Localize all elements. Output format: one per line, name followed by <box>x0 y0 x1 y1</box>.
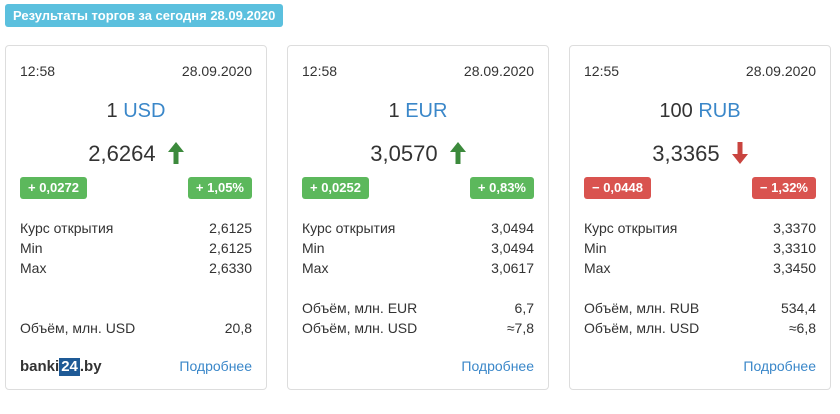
max-row: Max 3,3450 <box>584 258 816 278</box>
currency-pair: 1 EUR <box>288 100 548 123</box>
min-label: Min <box>584 240 607 256</box>
change-abs-badge: − 0,0448 <box>584 177 651 199</box>
arrow-down-icon <box>731 142 748 164</box>
rate-block: 3,3365 <box>570 141 830 167</box>
rate-card-usd: 12:58 28.09.2020 1 USD 2,6264 + 0,0272 +… <box>5 45 267 390</box>
rate-value: 3,3365 <box>652 141 720 166</box>
max-label: Max <box>302 260 329 276</box>
currency-amount: 100 <box>659 100 693 122</box>
currency-amount: 1 <box>106 100 118 122</box>
open-value: 3,0494 <box>491 220 534 236</box>
change-pct-badge: + 1,05% <box>187 177 252 199</box>
rate-card-eur: 12:58 28.09.2020 1 EUR 3,0570 + 0,0252 +… <box>287 45 549 390</box>
change-pct-badge: + 0,83% <box>469 177 534 199</box>
logo-box: 24 <box>59 358 80 376</box>
open-row: Курс открытия 2,6125 <box>20 218 252 238</box>
min-row: Min 3,0494 <box>302 238 534 258</box>
rate-block: 3,0570 <box>288 141 548 167</box>
banki24-logo[interactable]: banki 24 .by <box>20 358 102 376</box>
volume-label: Объём, млн. RUB <box>584 300 700 316</box>
card-time: 12:58 <box>302 63 338 79</box>
volume-value: 534,4 <box>780 300 816 316</box>
volume-usd-row: Объём, млн. USD ≈7,8 <box>302 318 534 338</box>
logo-text-right: .by <box>79 358 102 375</box>
rate-block: 2,6264 <box>6 141 266 167</box>
currency-pair: 100 RUB <box>570 100 830 123</box>
volume-usd-row: Объём, млн. USD ≈6,8 <box>584 318 816 338</box>
max-value: 3,3450 <box>773 260 816 276</box>
currency-code: EUR <box>405 100 448 122</box>
currency-amount: 1 <box>388 100 400 122</box>
change-abs-badge: + 0,0272 <box>20 177 87 199</box>
open-label: Курс открытия <box>20 220 114 236</box>
max-value: 3,0617 <box>491 260 534 276</box>
more-link[interactable]: Подробнее <box>179 358 252 374</box>
max-value: 2,6330 <box>209 260 252 276</box>
rate-value: 2,6264 <box>88 141 156 166</box>
card-date: 28.09.2020 <box>181 63 252 79</box>
max-label: Max <box>584 260 611 276</box>
max-row: Max 2,6330 <box>20 258 252 278</box>
more-link[interactable]: Подробнее <box>743 358 816 374</box>
volume-usd-value: ≈6,8 <box>788 320 816 336</box>
open-label: Курс открытия <box>302 220 396 236</box>
card-date: 28.09.2020 <box>745 63 816 79</box>
volume-usd-label: Объём, млн. USD <box>584 320 700 336</box>
min-row: Min 3,3310 <box>584 238 816 258</box>
volume-value: 20,8 <box>224 320 252 336</box>
volume-label: Объём, млн. USD <box>20 320 136 336</box>
currency-code: RUB <box>698 100 741 122</box>
min-label: Min <box>302 240 325 256</box>
card-time: 12:58 <box>20 63 56 79</box>
page-title: Результаты торгов за сегодня 28.09.2020 <box>5 4 284 27</box>
card-time: 12:55 <box>584 63 620 79</box>
volume-row: Объём, млн. USD 20,8 <box>20 318 252 338</box>
open-row: Курс открытия 3,0494 <box>302 218 534 238</box>
volume-value: 6,7 <box>514 300 534 316</box>
volume-row: Объём, млн. EUR 6,7 <box>302 298 534 318</box>
volume-label: Объём, млн. EUR <box>302 300 418 316</box>
min-value: 3,3310 <box>773 240 816 256</box>
currency-pair: 1 USD <box>6 100 266 123</box>
volume-row: Объём, млн. RUB 534,4 <box>584 298 816 318</box>
rate-value: 3,0570 <box>370 141 438 166</box>
open-row: Курс открытия 3,3370 <box>584 218 816 238</box>
open-value: 3,3370 <box>773 220 816 236</box>
volume-usd-label: Объём, млн. USD <box>302 320 418 336</box>
logo-text-left: banki <box>20 358 60 375</box>
min-label: Min <box>20 240 43 256</box>
min-value: 3,0494 <box>491 240 534 256</box>
min-row: Min 2,6125 <box>20 238 252 258</box>
change-abs-badge: + 0,0252 <box>302 177 369 199</box>
currency-code: USD <box>123 100 166 122</box>
card-date: 28.09.2020 <box>463 63 534 79</box>
min-value: 2,6125 <box>209 240 252 256</box>
rate-card-rub: 12:55 28.09.2020 100 RUB 3,3365 − 0,0448… <box>569 45 831 390</box>
open-label: Курс открытия <box>584 220 678 236</box>
max-label: Max <box>20 260 47 276</box>
change-pct-badge: − 1,32% <box>751 177 816 199</box>
open-value: 2,6125 <box>209 220 252 236</box>
max-row: Max 3,0617 <box>302 258 534 278</box>
more-link[interactable]: Подробнее <box>461 358 534 374</box>
arrow-up-icon <box>449 142 466 164</box>
arrow-up-icon <box>167 142 184 164</box>
volume-usd-value: ≈7,8 <box>506 320 534 336</box>
